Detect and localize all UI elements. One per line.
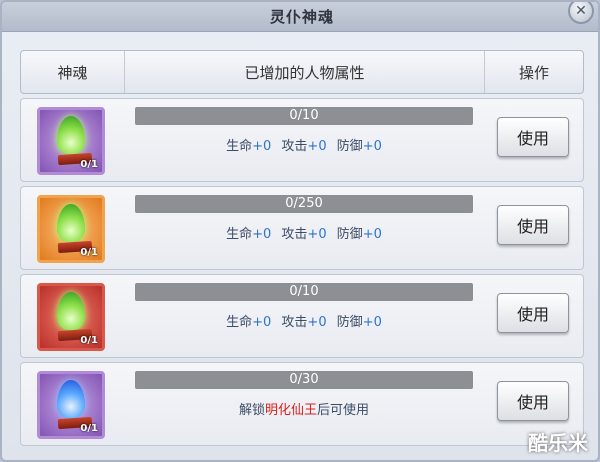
header-attributes: 已增加的人物属性	[125, 51, 485, 93]
progress-bar: 0/250	[135, 195, 473, 213]
item-count: 0/1	[80, 159, 98, 170]
stat-label: 攻击	[281, 227, 308, 242]
header-action: 操作	[518, 63, 549, 82]
progress-text: 0/30	[289, 372, 319, 387]
use-button[interactable]: 使用	[497, 381, 569, 421]
attribute-stats: 生命+0 攻击+0 防御+0	[135, 311, 473, 330]
header-soul: 神魂	[21, 51, 125, 93]
stat-label: 生命	[226, 139, 253, 154]
use-button[interactable]: 使用	[497, 117, 569, 157]
progress-bar: 0/30	[135, 371, 473, 389]
stat-value: +0	[362, 227, 382, 242]
progress-text: 0/10	[289, 284, 319, 299]
item-count: 0/1	[80, 247, 98, 258]
attribute-stats: 生命+0 攻击+0 防御+0	[135, 223, 473, 242]
stat-label: 防御	[336, 315, 363, 330]
table-row: 0/1 0/30 解锁明化仙王后可使用 使用	[20, 362, 584, 446]
item-count: 0/1	[80, 423, 98, 434]
unlock-text: 解锁明化仙王后可使用	[135, 399, 473, 418]
title-bar: 灵仆神魂	[2, 2, 598, 32]
watermark-logo: 酷乐米	[528, 431, 588, 455]
blue-flame-icon	[57, 380, 85, 418]
stat-value: +0	[252, 227, 272, 242]
use-button[interactable]: 使用	[497, 205, 569, 245]
progress-text: 0/250	[285, 196, 323, 211]
progress-text: 0/10	[289, 108, 319, 123]
progress-bar: 0/10	[135, 107, 473, 125]
stat-label: 攻击	[281, 315, 308, 330]
green-flame-icon	[57, 116, 85, 154]
table-header: 神魂 已增加的人物属性 操作	[20, 50, 584, 94]
stat-value: +0	[307, 227, 327, 242]
unlock-name: 明化仙王	[264, 403, 317, 418]
stat-label: 生命	[226, 315, 253, 330]
soul-item-slot[interactable]: 0/1	[37, 107, 105, 175]
use-button[interactable]: 使用	[497, 293, 569, 333]
stat-label: 生命	[226, 227, 253, 242]
stat-label: 防御	[336, 227, 363, 242]
soul-item-slot[interactable]: 0/1	[37, 195, 105, 263]
table-row: 0/1 0/250 生命+0 攻击+0 防御+0 使用	[20, 186, 584, 270]
progress-bar: 0/10	[135, 283, 473, 301]
green-flame-icon	[57, 292, 85, 330]
stat-label: 防御	[336, 139, 363, 154]
stat-value: +0	[362, 315, 382, 330]
table-row: 0/1 0/10 生命+0 攻击+0 防御+0 使用	[20, 98, 584, 182]
soul-item-slot[interactable]: 0/1	[37, 371, 105, 439]
stat-value: +0	[252, 139, 272, 154]
window-title: 灵仆神魂	[269, 8, 334, 26]
unlock-prefix: 解锁	[238, 403, 265, 418]
stat-value: +0	[307, 315, 327, 330]
stat-label: 攻击	[281, 139, 308, 154]
stat-value: +0	[362, 139, 382, 154]
stat-value: +0	[252, 315, 272, 330]
unlock-suffix: 后可使用	[317, 403, 370, 418]
table-row: 0/1 0/10 生命+0 攻击+0 防御+0 使用	[20, 274, 584, 358]
soul-item-slot[interactable]: 0/1	[37, 283, 105, 351]
item-count: 0/1	[80, 335, 98, 346]
spirit-soul-window: 灵仆神魂 ✕ 神魂 已增加的人物属性 操作 0/1 0/10 生命+0 攻击+0…	[0, 0, 600, 462]
green-flame-icon	[57, 204, 85, 242]
attribute-stats: 生命+0 攻击+0 防御+0	[135, 135, 473, 154]
stat-value: +0	[307, 139, 327, 154]
